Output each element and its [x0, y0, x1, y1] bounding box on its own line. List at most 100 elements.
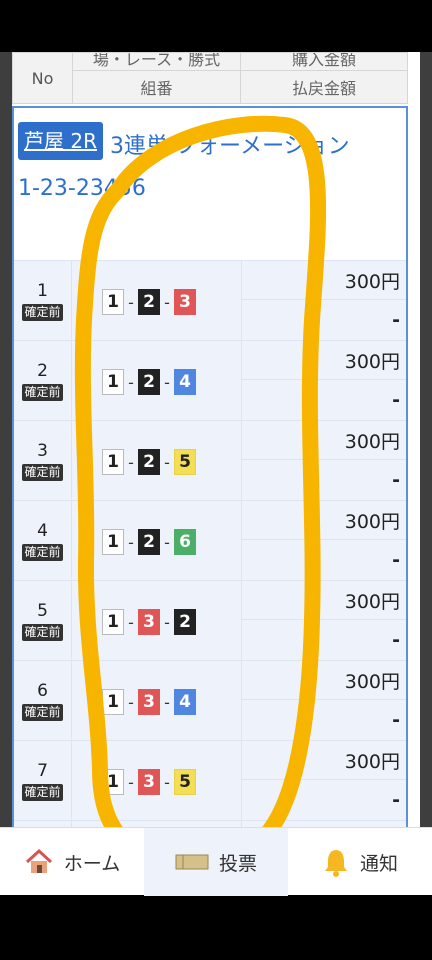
background-edge-left: [0, 52, 12, 895]
bell-icon: [322, 847, 350, 877]
boat-combination: 1-2-6: [102, 529, 196, 555]
status-badge: 確定前: [22, 384, 63, 401]
row-number: 2: [37, 361, 48, 381]
boat-number-chip: 2: [174, 609, 196, 635]
table-row: 5 確定前 1-3-2 300円 -: [14, 580, 406, 661]
combo-separator: -: [128, 612, 134, 632]
app-screen: No 場・レース・勝式 購入金額 組番 払戻金額 芦屋 2R 3連単 フォーメー…: [0, 52, 432, 895]
table-row: 7 確定前 1-3-5 300円 -: [14, 740, 406, 821]
header-combination: 組番: [73, 71, 241, 103]
combo-separator: -: [164, 452, 170, 472]
boat-number-chip: 2: [138, 369, 160, 395]
header-venue-race-type: 場・レース・勝式: [73, 53, 241, 71]
row-amount-cell: 300円 -: [242, 261, 406, 341]
table-row: 1 確定前 1-2-3 300円 -: [14, 260, 406, 341]
boat-number-chip: 3: [138, 689, 160, 715]
boat-number-chip: 3: [138, 609, 160, 635]
boat-number-chip: 3: [138, 769, 160, 795]
boat-number-chip: 4: [174, 689, 196, 715]
combo-separator: -: [128, 372, 134, 392]
payout-amount: -: [392, 629, 400, 651]
combo-separator: -: [164, 532, 170, 552]
nav-home-label: ホーム: [63, 852, 121, 875]
payout-amount: -: [392, 789, 400, 811]
table-header: No 場・レース・勝式 購入金額 組番 払戻金額: [12, 52, 408, 104]
home-icon: [24, 847, 54, 877]
background-edge-right: [420, 52, 432, 895]
status-badge: 確定前: [22, 544, 63, 561]
row-amount-cell: 300円 -: [242, 581, 406, 661]
combo-separator: -: [164, 692, 170, 712]
status-badge: 確定前: [22, 784, 63, 801]
boat-number-chip: 5: [174, 769, 196, 795]
table-row: 2 確定前 1-2-4 300円 -: [14, 340, 406, 421]
nav-notifications-label: 通知: [359, 852, 398, 875]
status-badge: 確定前: [22, 624, 63, 641]
boat-number-chip: 3: [174, 289, 196, 315]
boat-number-chip: 4: [174, 369, 196, 395]
nav-home[interactable]: ホーム: [0, 828, 144, 896]
row-combination-cell: 1-2-6: [72, 501, 242, 581]
boat-combination: 1-3-4: [102, 689, 196, 715]
purchase-amount: 300円: [344, 751, 400, 773]
payout-amount: -: [392, 389, 400, 411]
boat-number-chip: 1: [102, 369, 124, 395]
boat-combination: 1-3-2: [102, 609, 196, 635]
row-amount-cell: 300円 -: [242, 501, 406, 581]
row-amount-cell: 300円 -: [242, 661, 406, 741]
ticket-icon: [175, 852, 209, 872]
boat-number-chip: 1: [102, 449, 124, 475]
combo-summary: 1-23-23456: [18, 176, 146, 201]
cell-divider: [242, 539, 406, 540]
row-no-cell: 2 確定前: [14, 341, 72, 421]
nav-notifications[interactable]: 通知: [288, 828, 432, 896]
row-number: 5: [37, 601, 48, 621]
combo-separator: -: [128, 532, 134, 552]
row-no-cell: 6 確定前: [14, 661, 72, 741]
cell-divider: [242, 459, 406, 460]
purchase-amount: 300円: [344, 431, 400, 453]
cell-divider: [242, 619, 406, 620]
bottom-navigation: ホーム 投票 通知: [0, 827, 432, 896]
combo-separator: -: [164, 612, 170, 632]
boat-number-chip: 1: [102, 769, 124, 795]
combo-separator: -: [164, 772, 170, 792]
bet-type: 3連単 フォーメーション: [110, 134, 350, 159]
table-row: 3 確定前 1-2-5 300円 -: [14, 420, 406, 501]
combo-separator: -: [128, 692, 134, 712]
race-title: 芦屋 2R 3連単 フォーメーション 1-23-23456: [18, 118, 404, 218]
row-combination-cell: 1-2-4: [72, 341, 242, 421]
table-row: 4 確定前 1-2-6 300円 -: [14, 500, 406, 581]
cell-divider: [242, 299, 406, 300]
row-no-cell: 5 確定前: [14, 581, 72, 661]
combo-separator: -: [128, 452, 134, 472]
combo-separator: -: [128, 292, 134, 312]
nav-vote-label: 投票: [218, 852, 257, 875]
payout-amount: -: [392, 309, 400, 331]
payout-amount: -: [392, 549, 400, 571]
payout-amount: -: [392, 709, 400, 731]
row-combination-cell: 1-3-2: [72, 581, 242, 661]
purchase-amount: 300円: [344, 351, 400, 373]
boat-combination: 1-2-4: [102, 369, 196, 395]
purchase-amount: 300円: [344, 271, 400, 293]
row-no-cell: 4 確定前: [14, 501, 72, 581]
nav-vote[interactable]: 投票: [144, 828, 288, 896]
race-bet-group: 芦屋 2R 3連単 フォーメーション 1-23-23456 1 確定前 1-2-3 3…: [12, 106, 408, 895]
cell-divider: [242, 379, 406, 380]
cell-divider: [242, 699, 406, 700]
boat-number-chip: 1: [102, 289, 124, 315]
status-badge: 確定前: [22, 304, 63, 321]
row-no-cell: 1 確定前: [14, 261, 72, 341]
row-number: 7: [37, 761, 48, 781]
boat-number-chip: 1: [102, 609, 124, 635]
boat-number-chip: 2: [138, 529, 160, 555]
combo-separator: -: [128, 772, 134, 792]
row-number: 6: [37, 681, 48, 701]
boat-number-chip: 2: [138, 289, 160, 315]
row-combination-cell: 1-2-5: [72, 421, 242, 501]
row-number: 3: [37, 441, 48, 461]
row-amount-cell: 300円 -: [242, 341, 406, 421]
row-amount-cell: 300円 -: [242, 741, 406, 821]
race-name-link[interactable]: 芦屋 2R: [18, 122, 103, 160]
